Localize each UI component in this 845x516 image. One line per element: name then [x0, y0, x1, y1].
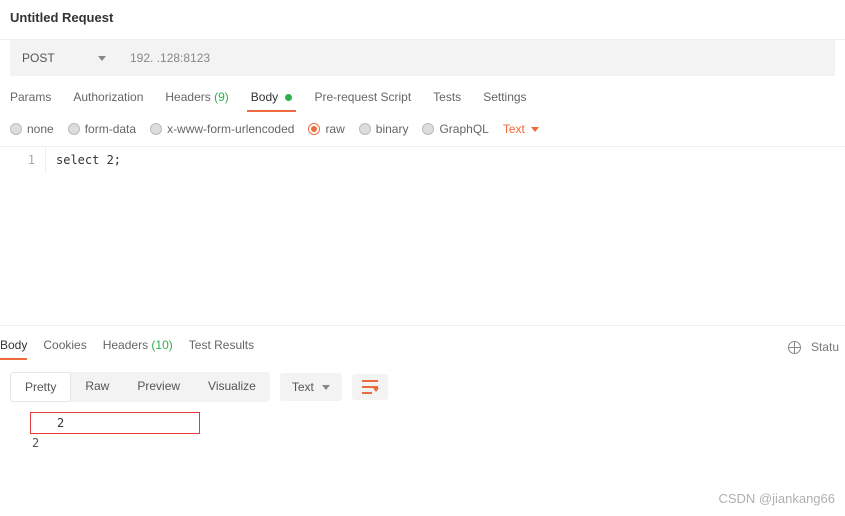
tab-body-label: Body: [251, 90, 278, 104]
response-tabs: Body Cookies Headers (10) Test Results S…: [0, 326, 845, 366]
chevron-down-icon: [98, 56, 106, 61]
response-lang-label: Text: [292, 380, 314, 394]
request-title: Untitled Request: [0, 0, 845, 39]
view-raw[interactable]: Raw: [71, 372, 123, 402]
view-pretty[interactable]: Pretty: [10, 372, 71, 402]
radio-xwww-label: x-www-form-urlencoded: [167, 122, 294, 136]
radio-graphql-label: GraphQL: [439, 122, 488, 136]
response-view-row: Pretty Raw Preview Visualize Text: [0, 366, 845, 408]
view-mode-group: Pretty Raw Preview Visualize: [10, 372, 270, 402]
radio-none-label: none: [27, 122, 54, 136]
response-body: 2 2: [0, 408, 845, 454]
radio-graphql[interactable]: GraphQL: [422, 122, 488, 136]
request-body-editor[interactable]: 1 select 2;: [0, 146, 845, 326]
tab-tests[interactable]: Tests: [433, 88, 461, 110]
line-number: 1: [0, 147, 46, 173]
tab-body[interactable]: Body: [251, 88, 293, 110]
tab-prerequest[interactable]: Pre-request Script: [314, 88, 411, 110]
resp-tab-headers-count: (10): [151, 338, 172, 352]
resp-tab-cookies[interactable]: Cookies: [43, 336, 86, 358]
watermark: CSDN @jiankang66: [718, 491, 835, 506]
chevron-down-icon: [531, 127, 539, 132]
body-type-row: none form-data x-www-form-urlencoded raw…: [0, 118, 845, 146]
radio-none[interactable]: none: [10, 122, 54, 136]
resp-tab-body[interactable]: Body: [0, 336, 27, 358]
tab-authorization[interactable]: Authorization: [73, 88, 143, 110]
url-input[interactable]: [118, 40, 835, 76]
response-overflow: 2: [30, 436, 835, 450]
radio-xwww[interactable]: x-www-form-urlencoded: [150, 122, 294, 136]
radio-binary[interactable]: binary: [359, 122, 409, 136]
chevron-down-icon: [322, 385, 330, 390]
tab-headers-label: Headers: [165, 90, 210, 104]
status-label: Statu: [811, 340, 839, 354]
response-lang-dropdown[interactable]: Text: [280, 373, 342, 401]
view-preview[interactable]: Preview: [123, 372, 194, 402]
resp-tab-test-results[interactable]: Test Results: [189, 336, 254, 358]
radio-formdata[interactable]: form-data: [68, 122, 136, 136]
active-dot-icon: [285, 94, 292, 101]
wrap-icon: [362, 380, 378, 394]
request-tabs: Params Authorization Headers (9) Body Pr…: [0, 76, 845, 118]
radio-raw[interactable]: raw: [308, 122, 344, 136]
method-select[interactable]: POST: [10, 40, 118, 76]
radio-formdata-label: form-data: [85, 122, 136, 136]
radio-binary-label: binary: [376, 122, 409, 136]
resp-tab-headers-label: Headers: [103, 338, 148, 352]
resp-tab-headers[interactable]: Headers (10): [103, 336, 173, 358]
code-content: select 2;: [46, 147, 131, 173]
response-value-highlight: 2: [30, 412, 200, 434]
tab-params[interactable]: Params: [10, 88, 51, 110]
tab-headers-count: (9): [214, 90, 229, 104]
view-visualize[interactable]: Visualize: [194, 372, 270, 402]
body-lang-dropdown[interactable]: Text: [503, 122, 539, 136]
url-row: POST: [0, 39, 845, 76]
globe-icon[interactable]: [788, 341, 801, 354]
radio-raw-label: raw: [325, 122, 344, 136]
method-label: POST: [22, 51, 55, 65]
tab-headers[interactable]: Headers (9): [165, 88, 228, 110]
body-lang-label: Text: [503, 122, 525, 136]
wrap-lines-button[interactable]: [352, 374, 388, 400]
tab-settings[interactable]: Settings: [483, 88, 526, 110]
